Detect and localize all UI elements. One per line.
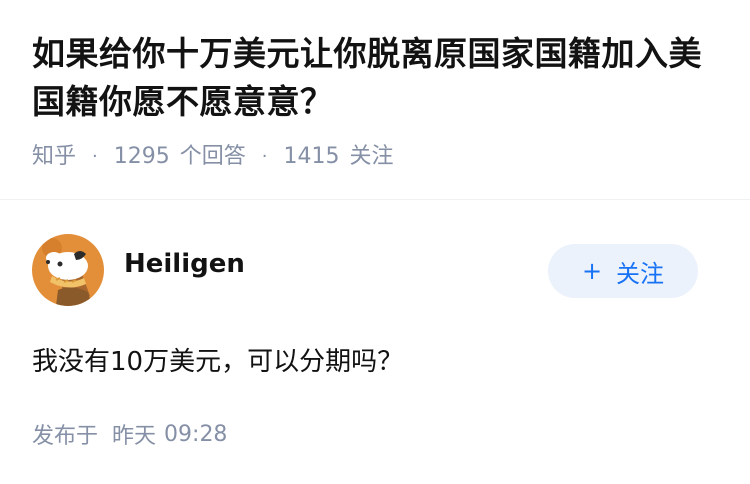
answers-label: 个回答 bbox=[179, 144, 246, 169]
answers-count-link[interactable]: 1295 个回答 bbox=[114, 142, 246, 172]
followers-label: 关注 bbox=[349, 144, 394, 169]
source-label[interactable]: 知乎 bbox=[32, 142, 76, 172]
question-title[interactable]: 如果给你十万美元让你脱离原国家国籍加入美国籍你愿不愿意意？ bbox=[32, 30, 718, 126]
author-row: Heiligen + 关注 bbox=[32, 234, 718, 306]
answer-card: Heiligen + 关注 我没有10万美元，可以分期吗？ 发布于 昨天 09:… bbox=[0, 200, 750, 450]
follow-button[interactable]: + 关注 bbox=[548, 244, 698, 298]
followers-count: 1415 bbox=[283, 144, 340, 169]
published-day: 昨天 bbox=[112, 424, 157, 449]
follow-button-label: 关注 bbox=[616, 259, 665, 288]
published-time: 09:28 bbox=[164, 421, 228, 447]
zhihu-answer-page: 如果给你十万美元让你脱离原国家国籍加入美国籍你愿不愿意意？ 知乎 · 1295 个… bbox=[0, 0, 750, 484]
answer-content[interactable]: 我没有10万美元，可以分期吗？ bbox=[32, 342, 718, 382]
answer-timestamp: 发布于 昨天 09:28 bbox=[32, 418, 718, 450]
published-label: 发布于 bbox=[32, 424, 99, 449]
dog-avatar-icon[interactable] bbox=[32, 234, 104, 306]
author-name[interactable]: Heiligen bbox=[124, 249, 245, 279]
plus-icon: + bbox=[581, 257, 603, 285]
question-meta: 知乎 · 1295 个回答 · 1415 关注 bbox=[32, 142, 718, 172]
meta-separator: · bbox=[92, 146, 98, 167]
meta-separator: · bbox=[261, 146, 268, 167]
followers-count-link[interactable]: 1415 关注 bbox=[284, 142, 394, 172]
answers-count: 1295 bbox=[113, 144, 170, 169]
question-header: 如果给你十万美元让你脱离原国家国籍加入美国籍你愿不愿意意？ 知乎 · 1295 个… bbox=[0, 0, 750, 200]
